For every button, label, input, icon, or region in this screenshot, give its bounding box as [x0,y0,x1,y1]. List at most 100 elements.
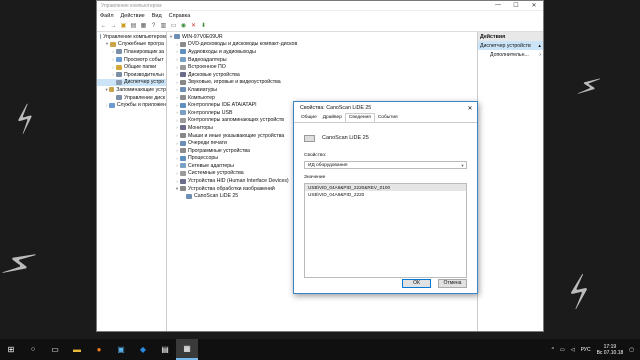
windows-start-icon[interactable]: ⊞ [0,339,22,360]
dialog-title: Свойства: CanoScan LiDE 25 [300,105,372,111]
nav-item[interactable]: Диспетчер устро [97,78,166,87]
tree-node-label: Контроллеры USB [188,109,233,116]
tree-node-icon [180,110,186,116]
tab-events[interactable]: События [375,114,401,122]
device-item[interactable]: › Видеоадаптеры [167,56,477,64]
tray-arrow-icon[interactable]: ^ [552,347,554,353]
device-item[interactable]: › Звуковые, игровые и видеоустройства [167,79,477,87]
tab-details[interactable]: Сведения [344,113,375,122]
menu-action[interactable]: Действие [121,13,145,19]
close-button[interactable]: ✕ [525,2,543,9]
nav-item[interactable]: ▾ Служебные програ [97,41,166,49]
scan-icon[interactable]: ◉ [180,23,187,30]
tree-node-label: Процессоры [188,155,219,162]
tree-node-icon [180,178,186,184]
ok-button[interactable]: ОК [402,279,431,288]
tree-node-label: Аудиовходы и аудиовыходы [188,48,256,55]
toolbar: ← → ▣ ▤ ▦ ? ▥ ▭ ◉ ✕ ⬇ [97,21,543,32]
maximize-button[interactable]: ☐ [507,2,525,9]
language-indicator[interactable]: РУС [581,347,591,353]
search-icon[interactable]: ○ [22,339,44,360]
menu-file[interactable]: Файл [100,13,114,19]
notification-icon[interactable]: ▢ [629,347,634,353]
help-icon[interactable]: ? [150,23,157,30]
wallpaper-glyph: ⚡ [0,236,43,293]
value-item[interactable]: USB\VID_04A9&PID_2220&REV_0100 [305,184,466,191]
back-icon[interactable]: ← [100,23,107,30]
tree-node-label: Производительн [124,71,164,78]
tab-driver[interactable]: Драйвер [320,114,345,122]
tree-node-icon [186,193,192,199]
details-icon[interactable]: ▥ [160,23,167,30]
tree-node-icon [180,41,186,47]
device-manager-icon[interactable]: ▦ [176,339,198,360]
tree-node-label: Мониторы [188,124,213,131]
forward-icon[interactable]: → [110,23,117,30]
tree-node-label: Просмотр событ [124,56,164,63]
tree-node-label: Контроллеры IDE ATA/ATAPI [188,102,257,109]
tree-node-icon [180,155,186,161]
device-item[interactable]: › Клавиатуры [167,86,477,94]
teamviewer-icon[interactable]: ◆ [132,339,154,360]
taskbar: ⊞ ○ ▭ ▬ ● ▣ ◆ ▤ ▦ ^ ▭ ◁ РУС 17:19 Вс 07.… [0,339,640,360]
disable-icon[interactable]: ✕ [190,23,197,30]
nav-item[interactable]: › Производительн [97,71,166,79]
tree-node-icon [180,117,186,123]
firefox-icon[interactable]: ● [88,339,110,360]
tree-node-icon [180,87,186,93]
nav-item[interactable]: Управление диск [97,94,166,102]
menu-help[interactable]: Справка [169,13,191,19]
dialog-close-button[interactable]: ✕ [463,105,477,112]
tree-node-icon [116,72,122,78]
properties-dialog: Свойства: CanoScan LiDE 25 ✕ Общие Драйв… [293,101,478,294]
nav-item[interactable]: Управление компьютером [97,33,166,41]
nav-item[interactable]: › Службы и приложен [97,101,166,109]
update-icon[interactable]: ⬇ [200,23,207,30]
tab-general[interactable]: Общие [298,114,320,122]
explorer-icon[interactable]: ▬ [66,339,88,360]
action-device-manager[interactable]: Диспетчер устройств ▴ [478,41,543,50]
tree-node-icon [110,41,116,47]
volume-icon[interactable]: ◁ [571,347,575,353]
menu-view[interactable]: Вид [152,13,162,19]
computer-management-icon[interactable]: ▤ [154,339,176,360]
nav-item[interactable]: › Общие папки [97,63,166,71]
clock[interactable]: 17:19 Вс 07.10.18 [597,344,624,356]
tree-node-label: Запоминающие устр [116,86,166,93]
value-list[interactable]: USB\VID_04A9&PID_2220&REV_0100 USB\VID_0… [304,183,467,278]
device-item[interactable]: › Дисковые устройства [167,71,477,79]
tree-node-icon [116,57,122,63]
minimize-button[interactable]: — [489,2,507,9]
tree-node-label: Общие папки [124,64,157,71]
tree-node-label: Диспетчер устро [124,79,165,86]
tree-node-label: Планировщик за [124,48,165,55]
action-more[interactable]: Дополнительн... › [478,50,543,59]
cancel-button[interactable]: Отмена [438,279,467,288]
tree-node-label: Клавиатуры [188,86,217,93]
device-item[interactable]: ▾ WIN-97V0E09UR [167,33,477,41]
collapse-arrow-icon: ▴ [538,42,541,49]
nav-item[interactable]: › Планировщик за [97,48,166,56]
tree-node-label: Устройства обработки изображений [188,185,275,192]
task-view-icon[interactable]: ▭ [44,339,66,360]
wallpaper-glyph: ⚡ [572,67,605,108]
view-icon[interactable]: ▤ [130,23,137,30]
property-select[interactable]: ИД оборудования ▼ [304,161,467,169]
network-icon[interactable]: ▭ [560,347,565,353]
up-icon[interactable]: ▣ [120,23,127,30]
value-item[interactable]: USB\VID_04A9&PID_2220 [305,191,466,198]
monitor-icon[interactable]: ▭ [170,23,177,30]
device-item[interactable]: › Аудиовходы и аудиовыходы [167,48,477,56]
device-item[interactable]: › DVD-дисководы и дисководы компакт-диско… [167,41,477,49]
device-item[interactable]: › Встроенное ПО [167,63,477,71]
tree-node-icon [180,140,186,146]
nav-item[interactable]: ▾ Запоминающие устр [97,86,166,94]
properties-icon[interactable]: ▦ [140,23,147,30]
nav-item[interactable]: › Просмотр событ [97,56,166,64]
menu-bar: Файл Действие Вид Справка [97,11,543,21]
tree-node-icon [116,49,122,55]
dialog-tabs: Общие Драйвер Сведения События [294,113,477,123]
device-name: CanoScan LiDE 25 [322,135,369,141]
tree-node-label: Служебные програ [118,41,164,48]
network-app-icon[interactable]: ▣ [110,339,132,360]
